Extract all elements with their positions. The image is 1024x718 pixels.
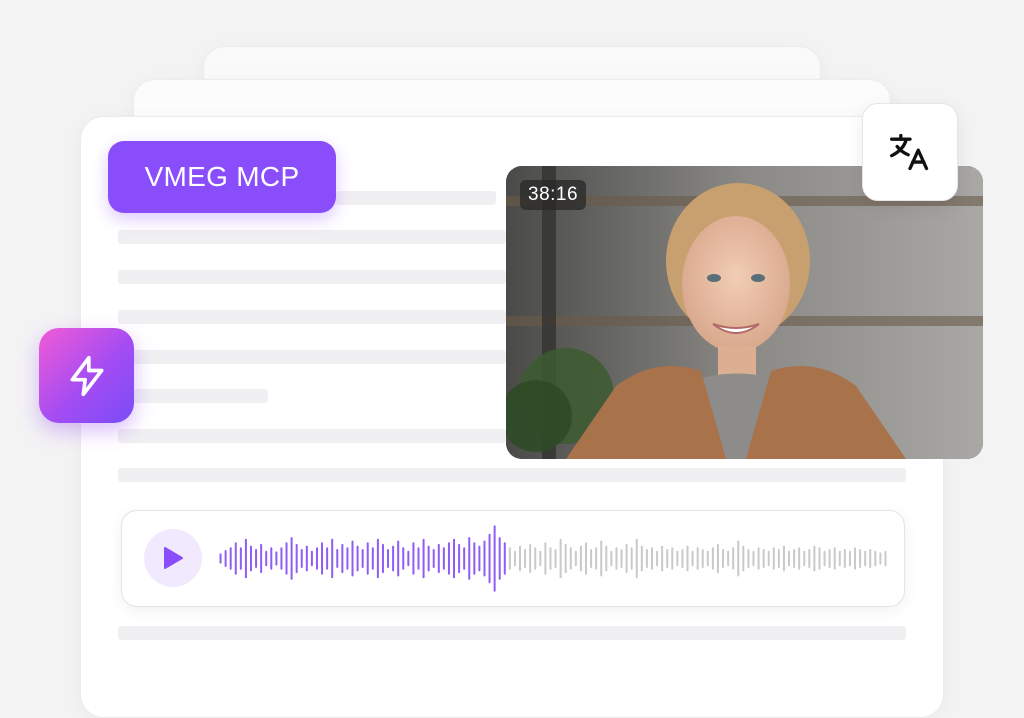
text-line <box>336 191 496 205</box>
vmeg-mcp-badge: VMEG MCP <box>108 141 336 213</box>
text-line <box>118 350 506 364</box>
play-icon <box>164 547 183 569</box>
text-line <box>118 230 506 244</box>
audio-player <box>121 510 905 607</box>
lightning-icon <box>70 355 103 396</box>
text-line <box>118 429 506 443</box>
text-line <box>118 468 906 482</box>
text-line <box>118 310 506 324</box>
video-preview[interactable]: 38:16 <box>506 166 983 459</box>
lightning-tile[interactable] <box>39 328 134 423</box>
play-button[interactable] <box>144 529 202 587</box>
video-timecode: 38:16 <box>520 180 587 210</box>
badge-label: VMEG MCP <box>144 161 300 192</box>
audio-waveform[interactable] <box>218 511 888 606</box>
text-line <box>118 270 506 284</box>
translate-button[interactable] <box>862 103 958 201</box>
translate-icon <box>890 133 929 171</box>
text-line <box>134 389 268 403</box>
text-line <box>118 626 906 640</box>
